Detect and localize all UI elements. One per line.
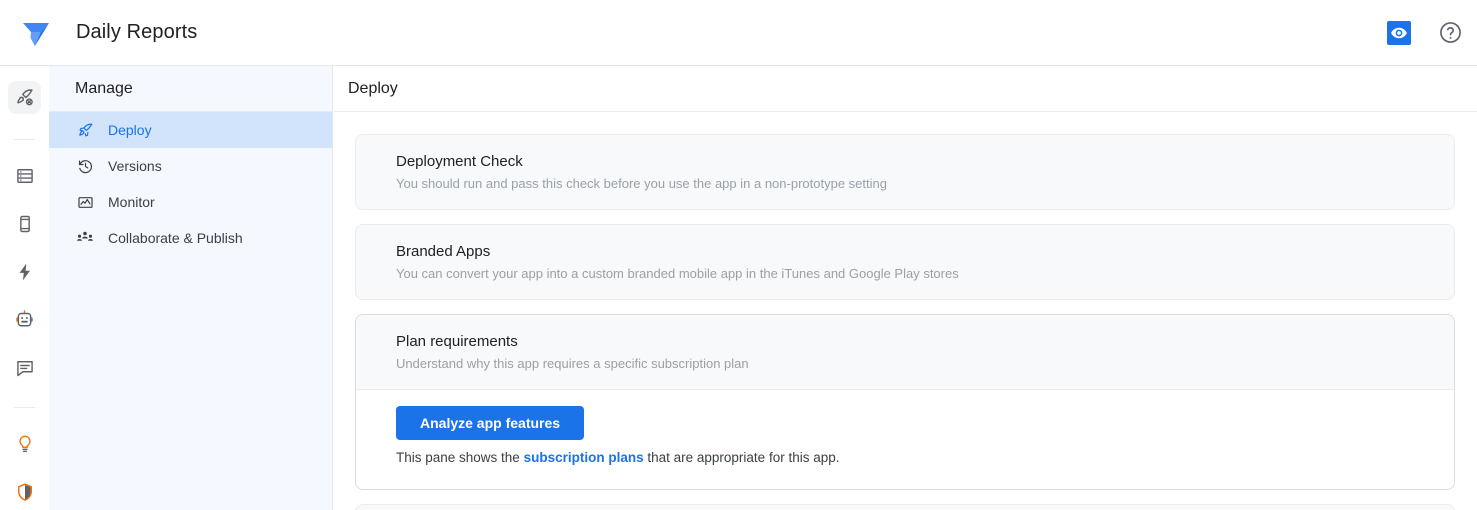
subscription-plans-note: This pane shows the subscription plans t… — [396, 450, 1430, 465]
eye-icon[interactable] — [1387, 20, 1411, 45]
top-bar-actions — [1387, 20, 1463, 46]
sidebar-item-collaborate-publish[interactable]: Collaborate & Publish — [49, 220, 332, 256]
sidebar-item-label: Deploy — [108, 122, 152, 138]
rail-divider-2 — [14, 407, 35, 408]
manage-panel: Manage Deploy Versions Monitor Collabora… — [49, 66, 333, 510]
card-header[interactable]: Plan requirements Understand why this ap… — [356, 315, 1454, 390]
subscription-plans-link[interactable]: subscription plans — [524, 450, 644, 465]
card-header: Deployment Check You should run and pass… — [356, 135, 1454, 209]
analyze-app-features-button[interactable]: Analyze app features — [396, 406, 585, 440]
manage-nav-list: Deploy Versions Monitor Collaborate & Pu… — [49, 112, 332, 256]
card-subtitle: Understand why this app requires a speci… — [396, 356, 749, 371]
sidebar-item-label: Monitor — [108, 194, 155, 210]
rail-item-data[interactable] — [8, 159, 41, 192]
sidebar-item-label: Versions — [108, 158, 162, 174]
help-circle-icon[interactable] — [1437, 20, 1463, 46]
rail-item-app[interactable] — [8, 207, 41, 240]
card-subtitle: You should run and pass this check befor… — [396, 176, 887, 191]
main-content-title: Deploy — [334, 66, 1477, 112]
rail-item-security[interactable] — [8, 475, 41, 508]
card-header: Branded Apps You can convert your app in… — [356, 225, 1454, 299]
card-title: Plan requirements — [396, 333, 518, 350]
card-next-partial[interactable] — [355, 504, 1455, 510]
left-icon-rail — [0, 66, 49, 510]
note-suffix: that are appropriate for this app. — [643, 450, 840, 465]
rail-item-insights[interactable] — [8, 427, 41, 460]
rail-item-chat[interactable] — [8, 351, 41, 384]
deploy-cards-list: Deployment Check You should run and pass… — [334, 112, 1477, 510]
card-subtitle: You can convert your app into a custom b… — [396, 266, 959, 281]
manage-panel-title: Manage — [49, 66, 332, 112]
page-title: Daily Reports — [76, 21, 198, 43]
rail-divider-1 — [14, 139, 35, 140]
card-title: Deployment Check — [396, 153, 523, 170]
card-title: Branded Apps — [396, 243, 491, 260]
note-prefix: This pane shows the — [396, 450, 524, 465]
rocket-icon — [75, 120, 95, 140]
sidebar-item-monitor[interactable]: Monitor — [49, 184, 332, 220]
sidebar-item-deploy[interactable]: Deploy — [49, 112, 332, 148]
top-bar: Daily Reports — [0, 0, 1477, 66]
rail-item-automation[interactable] — [8, 255, 41, 288]
rail-item-deploy[interactable] — [8, 81, 41, 114]
card-body: Analyze app features This pane shows the… — [356, 390, 1454, 489]
card-plan-requirements[interactable]: Plan requirements Understand why this ap… — [355, 314, 1455, 490]
appsheet-logo[interactable] — [18, 15, 54, 51]
card-deployment-check[interactable]: Deployment Check You should run and pass… — [355, 134, 1455, 210]
main-content: Deploy Deployment Check You should run a… — [334, 66, 1477, 510]
sidebar-item-versions[interactable]: Versions — [49, 148, 332, 184]
card-branded-apps[interactable]: Branded Apps You can convert your app in… — [355, 224, 1455, 300]
sidebar-item-label: Collaborate & Publish — [108, 230, 243, 246]
groups-icon — [75, 228, 95, 248]
monitor-chart-icon — [75, 192, 95, 212]
rail-item-intelligence[interactable] — [8, 303, 41, 336]
history-icon — [75, 156, 95, 176]
